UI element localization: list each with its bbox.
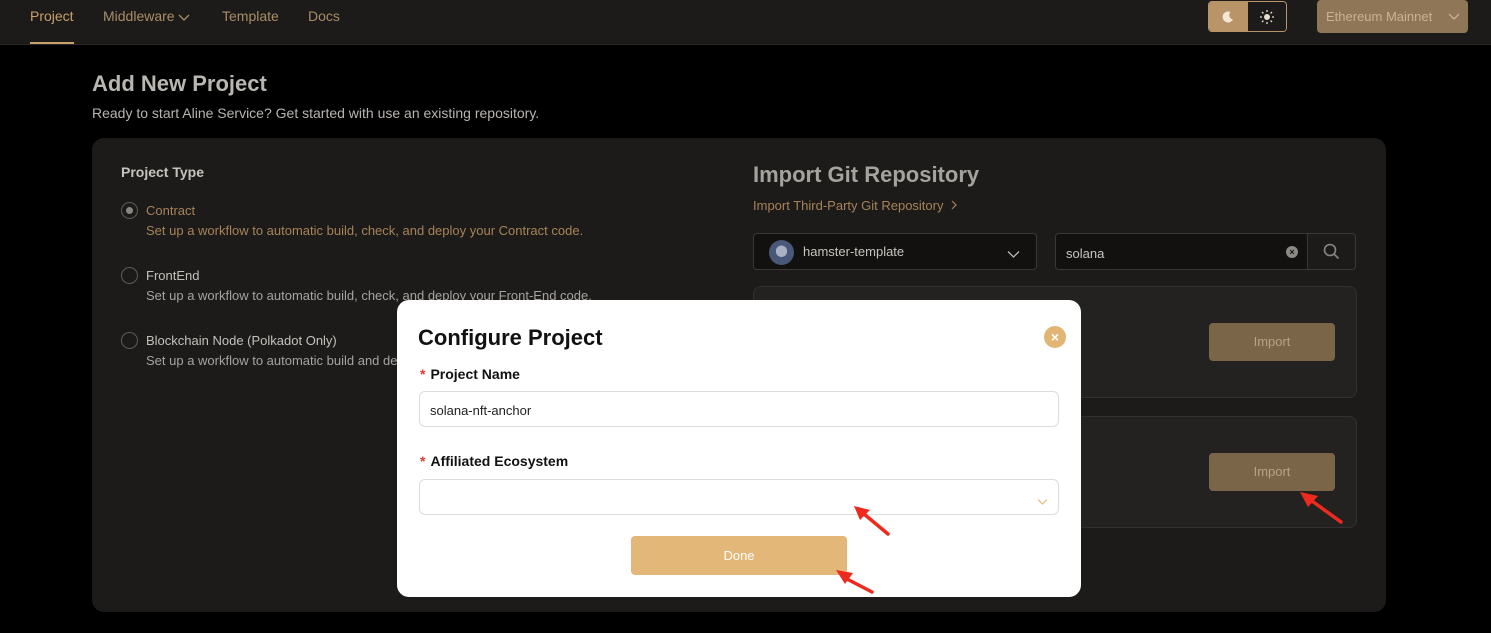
nav-item-middleware[interactable]: Middleware — [103, 0, 190, 44]
required-mark: * — [420, 453, 426, 469]
project-name-value: solana-nft-anchor — [430, 403, 532, 418]
third-party-import-link[interactable]: Import Third-Party Git Repository — [753, 198, 959, 213]
search-icon — [1323, 243, 1340, 260]
search-button[interactable] — [1307, 233, 1356, 270]
chevron-down-icon — [1037, 493, 1048, 511]
chevron-down-icon — [1448, 0, 1460, 45]
ecosystem-select[interactable] — [419, 479, 1059, 515]
page-title: Add New Project — [92, 71, 267, 96]
annotation-arrow — [836, 570, 874, 594]
modal-title: Configure Project — [418, 325, 603, 350]
theme-toggle[interactable] — [1208, 1, 1287, 32]
moon-icon[interactable] — [1209, 2, 1248, 31]
repo-account-select[interactable]: hamster-template — [753, 233, 1037, 270]
avatar — [769, 240, 794, 265]
option-frontend-title: FrontEnd — [146, 268, 200, 283]
configure-project-modal: Configure Project × * Project Name solana… — [397, 300, 1081, 597]
project-name-field[interactable]: solana-nft-anchor — [419, 391, 1059, 427]
network-select[interactable]: Ethereum Mainnet — [1317, 0, 1468, 33]
repo-search-value: solana — [1066, 246, 1105, 261]
repo-search-input[interactable]: solana × — [1055, 233, 1308, 270]
page-subtitle: Ready to start Aline Service? Get starte… — [92, 105, 540, 121]
annotation-arrow — [854, 506, 890, 536]
nav-item-middleware-label: Middleware — [103, 8, 175, 24]
nav-item-project[interactable]: Project — [30, 0, 74, 44]
annotation-arrow — [1300, 492, 1343, 524]
import-button[interactable]: Import — [1209, 323, 1335, 361]
nav-item-template[interactable]: Template — [222, 0, 279, 44]
chevron-down-icon — [1007, 246, 1020, 264]
radio-blockchain-node[interactable] — [121, 332, 138, 349]
repo-account-name: hamster-template — [803, 244, 905, 259]
project-name-label: * Project Name — [420, 366, 520, 382]
clear-icon[interactable]: × — [1286, 246, 1298, 258]
nav-item-docs[interactable]: Docs — [308, 0, 340, 44]
radio-contract[interactable] — [121, 202, 138, 219]
close-icon[interactable]: × — [1044, 326, 1066, 348]
option-contract-desc: Set up a workflow to automatic build, ch… — [146, 223, 584, 238]
project-name-label-text: Project Name — [430, 366, 520, 382]
import-button[interactable]: Import — [1209, 453, 1335, 491]
sun-icon[interactable] — [1247, 2, 1286, 31]
option-blockchain-node-title: Blockchain Node (Polkadot Only) — [146, 333, 337, 348]
ecosystem-label-text: Affiliated Ecosystem — [430, 453, 569, 469]
chevron-down-icon — [178, 1, 190, 34]
done-button[interactable]: Done — [631, 536, 847, 575]
import-repo-title: Import Git Repository — [753, 162, 980, 187]
network-label: Ethereum Mainnet — [1326, 9, 1433, 24]
chevron-right-icon — [951, 200, 957, 210]
project-type-label: Project Type — [121, 164, 204, 180]
top-nav: Project Middleware Template Docs Ethereu… — [0, 0, 1491, 45]
third-party-import-label: Import Third-Party Git Repository — [753, 198, 944, 213]
option-blockchain-node-desc: Set up a workflow to automatic build and… — [146, 353, 405, 368]
option-contract-title: Contract — [146, 203, 196, 218]
ecosystem-label: * Affiliated Ecosystem — [420, 453, 568, 469]
radio-frontend[interactable] — [121, 267, 138, 284]
required-mark: * — [420, 366, 426, 382]
